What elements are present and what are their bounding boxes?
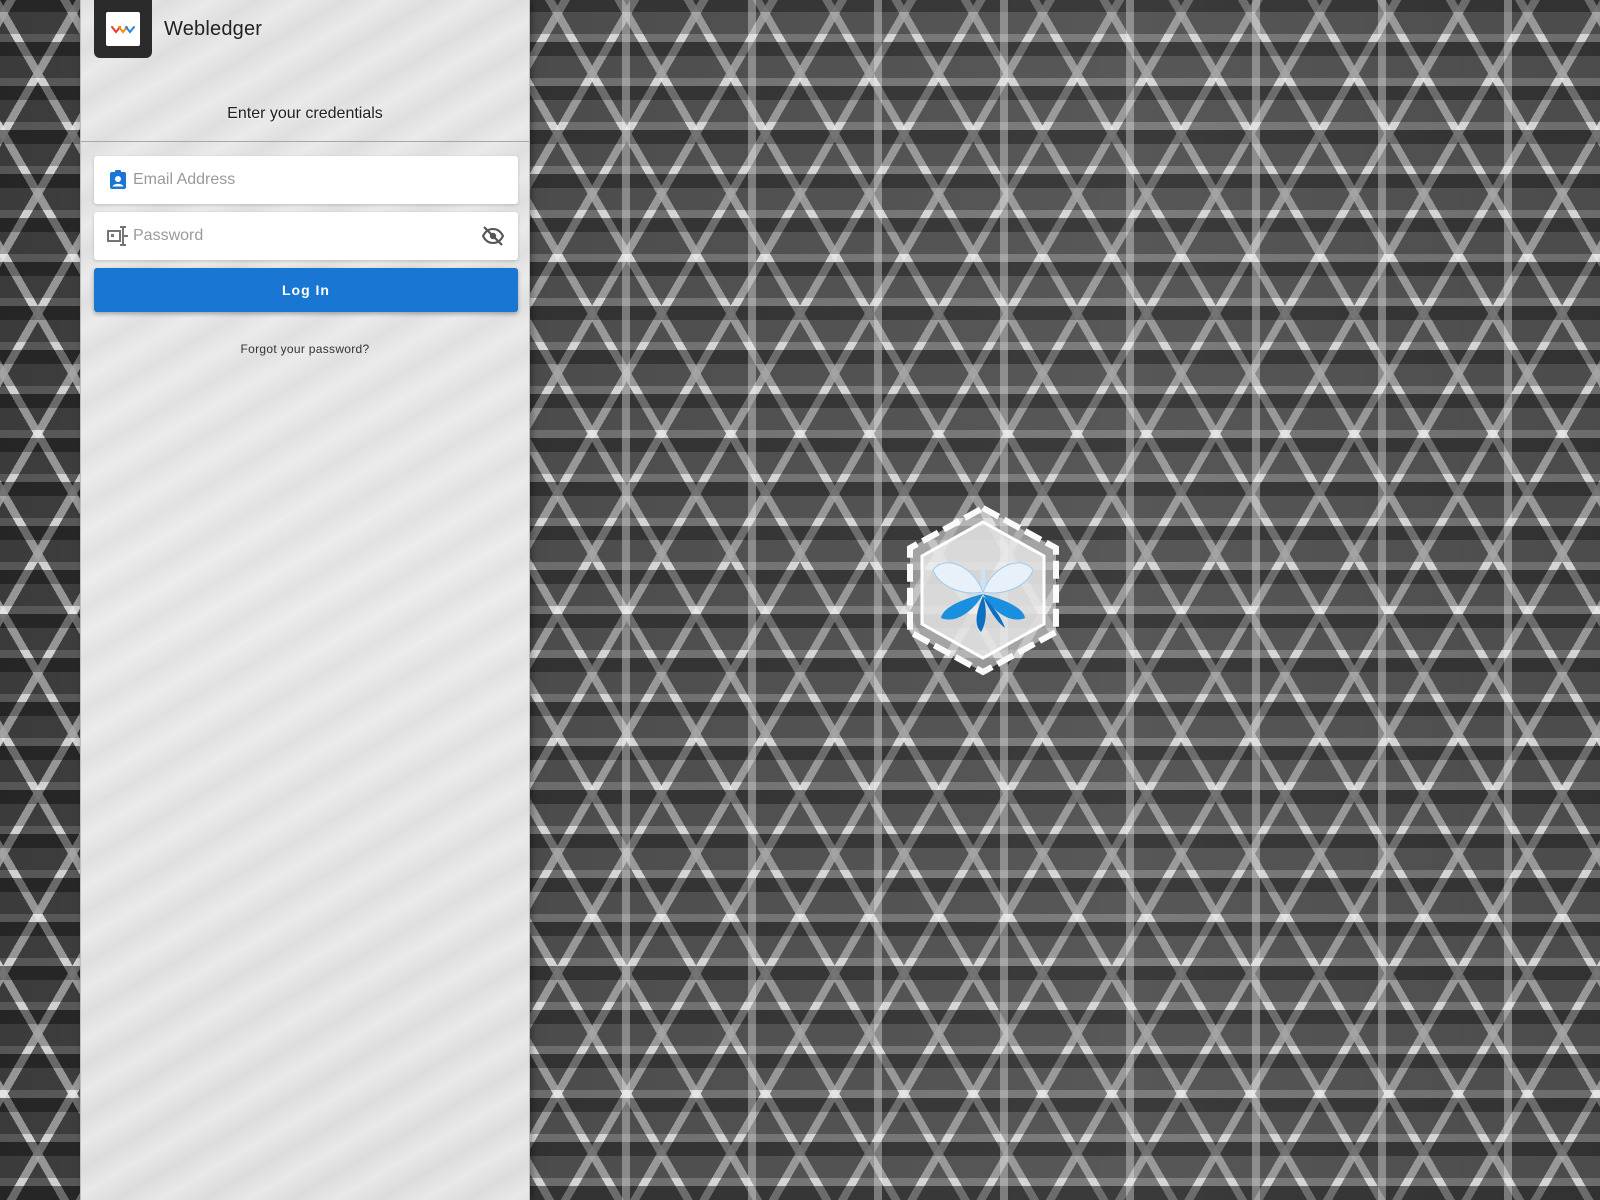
login-button[interactable]: Log In bbox=[94, 268, 518, 312]
password-input[interactable] bbox=[133, 212, 480, 260]
credentials-title: Enter your credentials bbox=[227, 105, 383, 122]
password-icon bbox=[107, 225, 129, 247]
eye-off-icon[interactable] bbox=[480, 223, 506, 249]
login-panel: Webledger Enter your credentials Email A… bbox=[80, 0, 530, 1200]
webledger-logo bbox=[94, 0, 152, 58]
forgot-password-link[interactable]: Forgot your password? bbox=[81, 342, 529, 356]
contact-badge-icon bbox=[107, 169, 129, 191]
email-field[interactable] bbox=[94, 156, 518, 204]
butterfly-emblem bbox=[898, 500, 1068, 680]
login-header: Webledger Enter your credentials bbox=[81, 0, 529, 142]
password-field[interactable] bbox=[94, 212, 518, 260]
email-input[interactable] bbox=[133, 156, 518, 204]
app-name: Webledger bbox=[164, 18, 263, 40]
